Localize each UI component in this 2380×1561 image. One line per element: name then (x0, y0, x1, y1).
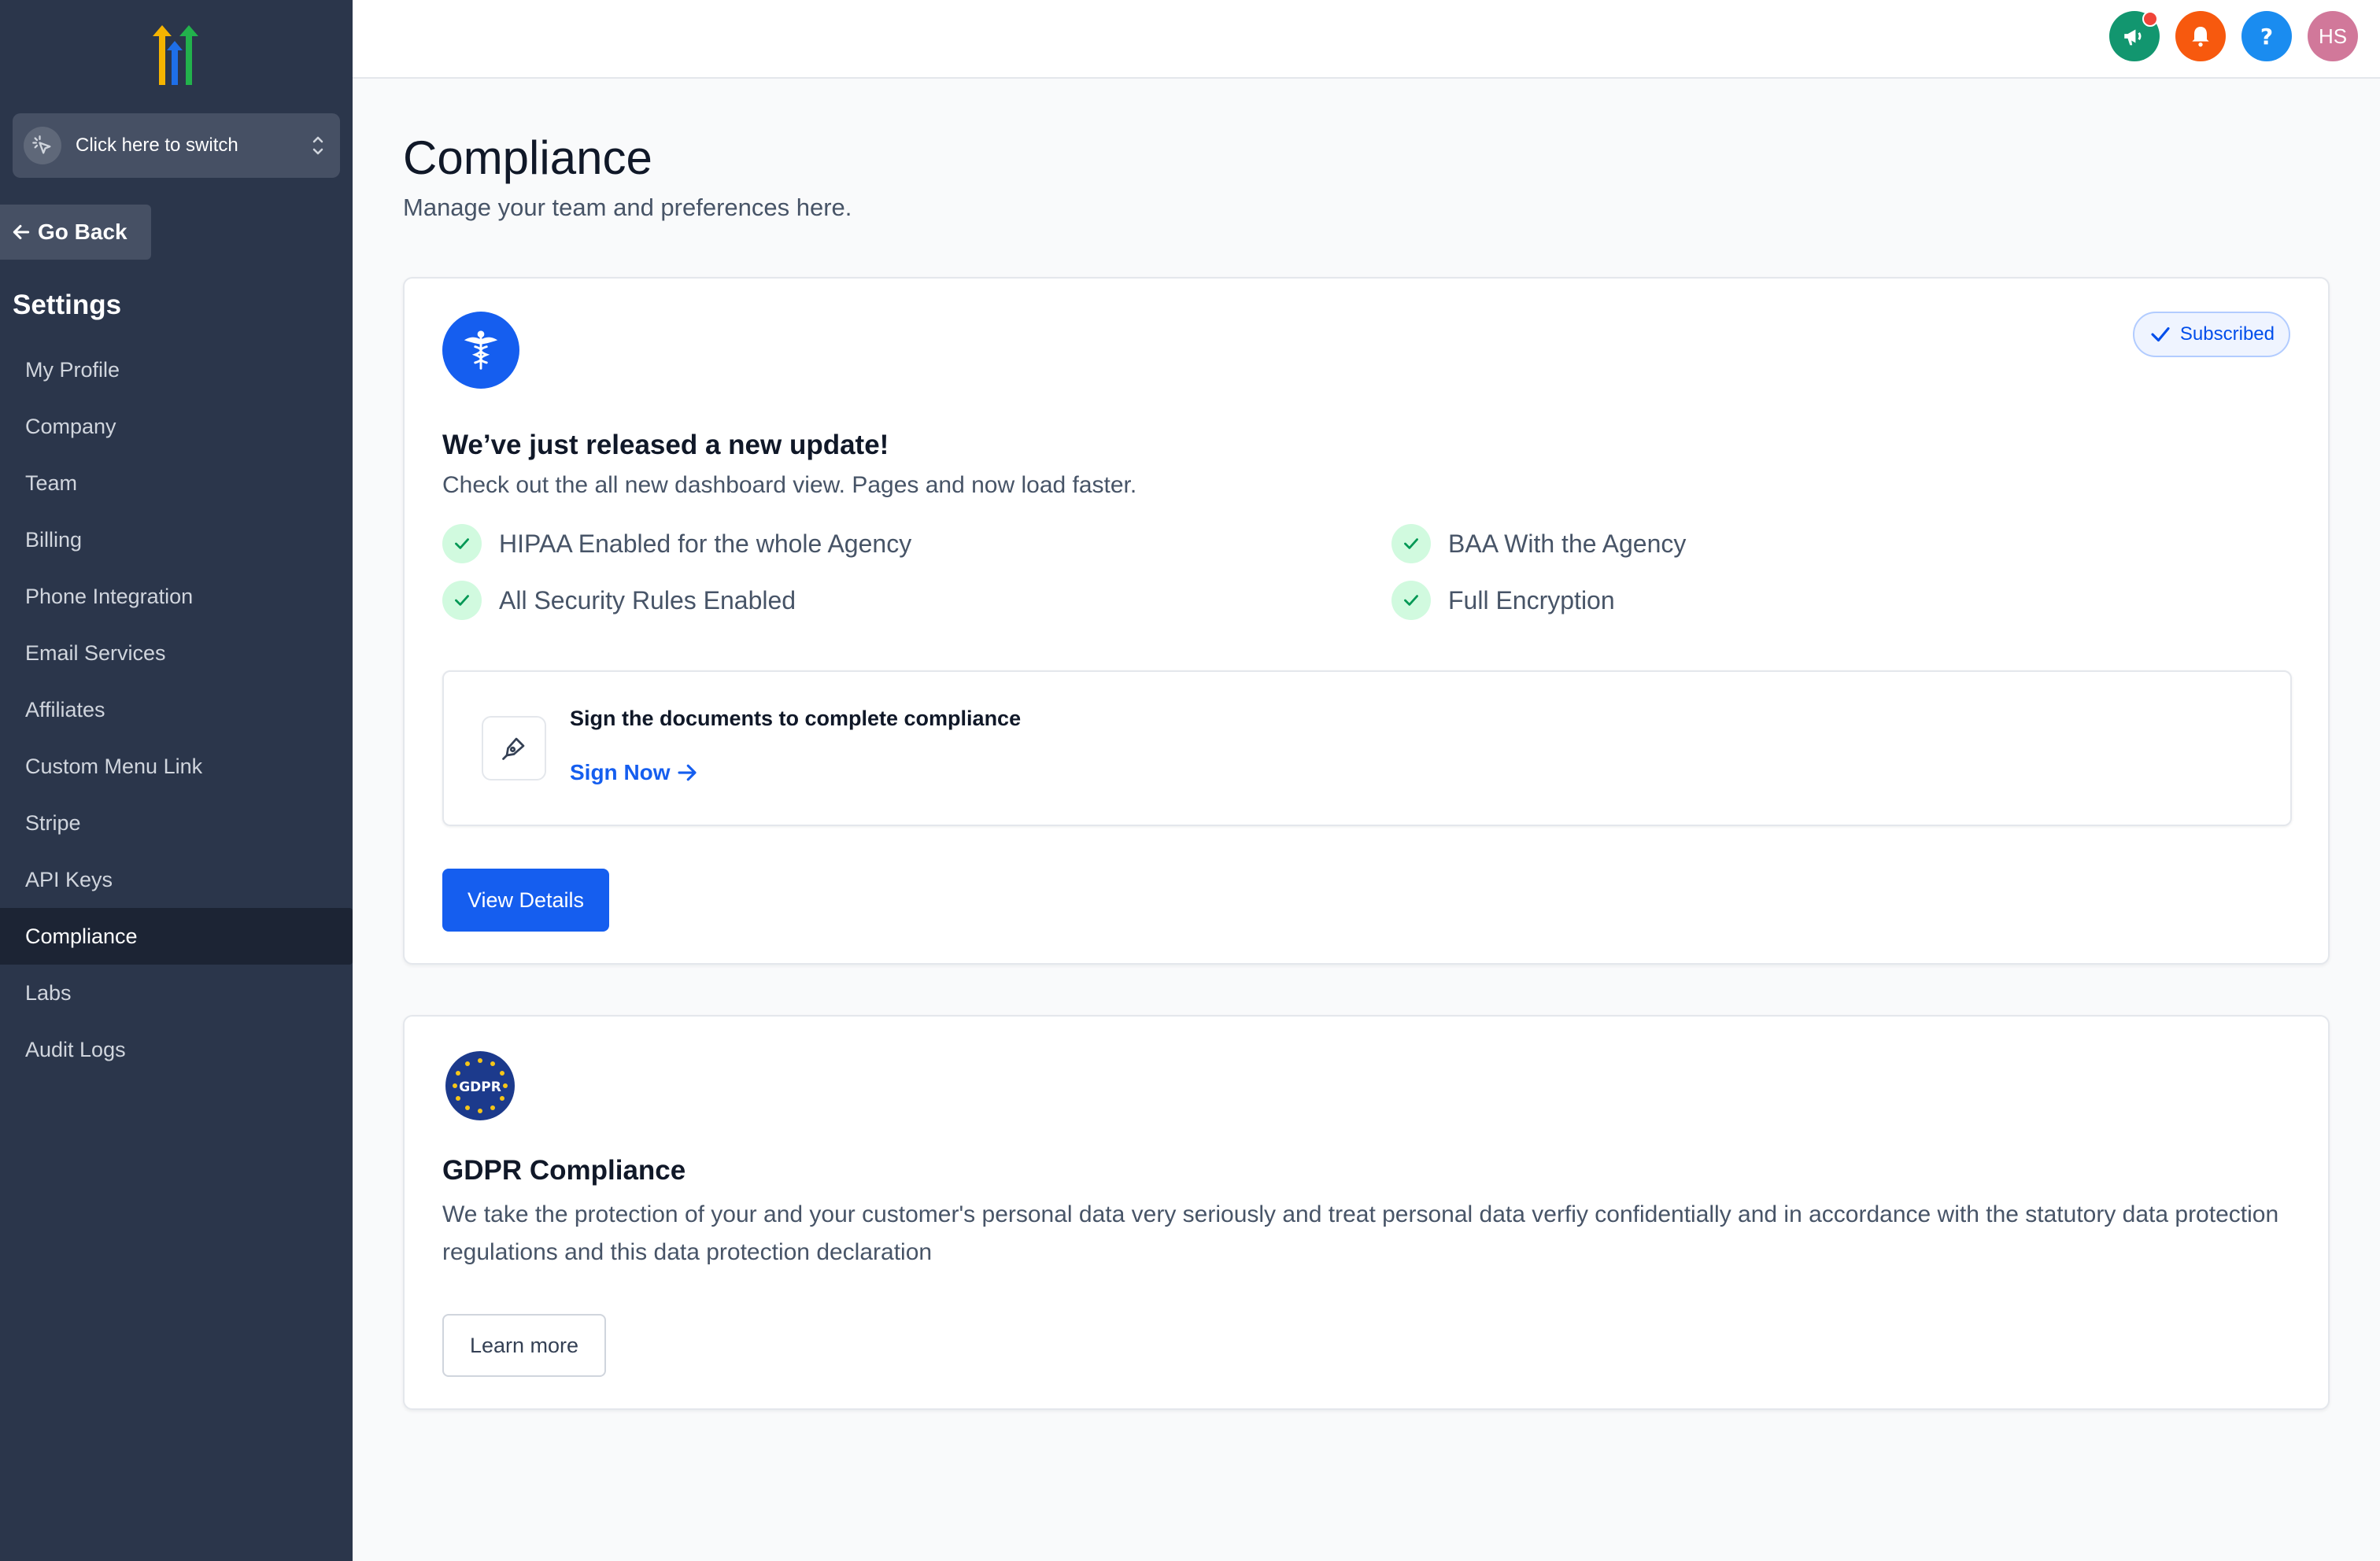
feature-item: BAA With the Agency (1391, 524, 1686, 563)
check-icon (2151, 327, 2170, 342)
sidebar-item-company[interactable]: Company (0, 398, 353, 455)
check-circle-icon (442, 524, 482, 563)
pointer-click-icon (24, 127, 61, 164)
feature-item: HIPAA Enabled for the whole Agency (442, 524, 911, 563)
gdpr-compliance-card: GDPR GDPR Compliance We take the protect… (403, 1015, 2330, 1410)
sidebar-item-api-keys[interactable]: API Keys (0, 851, 353, 908)
gdpr-badge-text: GDPR (459, 1079, 501, 1095)
gdpr-description: We take the protection of your and your … (442, 1201, 2279, 1265)
account-switcher[interactable]: Click here to switch (13, 113, 340, 178)
sign-documents-title: Sign the documents to complete complianc… (570, 707, 1022, 730)
feature-item: All Security Rules Enabled (442, 581, 796, 620)
arrow-right-icon (677, 764, 697, 781)
check-circle-icon (442, 581, 482, 620)
avatar[interactable]: HS (2308, 11, 2358, 61)
megaphone-icon[interactable] (2109, 11, 2160, 61)
sidebar-item-affiliates[interactable]: Affiliates (0, 681, 353, 738)
help-icon[interactable]: ? (2241, 11, 2292, 61)
feature-label: HIPAA Enabled for the whole Agency (499, 529, 912, 558)
sign-now-label: Sign Now (570, 760, 671, 784)
view-details-button[interactable]: View Details (442, 869, 609, 932)
sidebar-item-custom-menu-link[interactable]: Custom Menu Link (0, 738, 353, 795)
sidebar-item-labs[interactable]: Labs (0, 965, 353, 1021)
gdpr-logo: GDPR (445, 1051, 515, 1120)
sidebar-item-my-profile[interactable]: My Profile (0, 341, 353, 398)
go-back-label: Go Back (38, 220, 128, 244)
pen-tool-icon (482, 716, 546, 780)
sidebar-item-team[interactable]: Team (0, 455, 353, 511)
sidebar-item-email-services[interactable]: Email Services (0, 625, 353, 681)
feature-item: Full Encryption (1391, 581, 1615, 620)
switcher-label: Click here to switch (76, 135, 238, 156)
learn-more-button[interactable]: Learn more (442, 1314, 606, 1377)
feature-label: Full Encryption (1448, 585, 1615, 614)
sidebar-item-compliance[interactable]: Compliance (0, 908, 353, 965)
arrow-left-icon (13, 224, 30, 240)
hipaa-compliance-card: Subscribed We’ve just released a new upd… (403, 277, 2330, 965)
feature-label: All Security Rules Enabled (499, 585, 796, 614)
sidebar-item-phone-integration[interactable]: Phone Integration (0, 568, 353, 625)
app-logo[interactable] (142, 22, 208, 88)
sign-now-link[interactable]: Sign Now (570, 760, 699, 785)
page-title: Compliance (403, 131, 652, 184)
sidebar-item-audit-logs[interactable]: Audit Logs (0, 1021, 353, 1078)
page-subtitle: Manage your team and preferences here. (403, 194, 852, 221)
settings-nav: My Profile Company Team Billing Phone In… (0, 341, 353, 1078)
update-title: We’ve just released a new update! (442, 430, 889, 460)
sidebar-item-billing[interactable]: Billing (0, 511, 353, 568)
top-header: ? HS (353, 0, 2380, 79)
check-circle-icon (1391, 524, 1431, 563)
sidebar: Click here to switch Go Back Settings My… (0, 0, 353, 1561)
go-back-button[interactable]: Go Back (0, 205, 151, 260)
bell-icon[interactable] (2175, 11, 2226, 61)
feature-label: BAA With the Agency (1448, 529, 1687, 558)
check-circle-icon (1391, 581, 1431, 620)
settings-heading: Settings (13, 290, 122, 320)
subscribed-label: Subscribed (2179, 323, 2275, 345)
chevron-up-down-icon (307, 127, 329, 164)
sidebar-item-stripe[interactable]: Stripe (0, 795, 353, 851)
update-subtitle: Check out the all new dashboard view. Pa… (442, 472, 1137, 498)
sign-documents-panel: Sign the documents to complete complianc… (442, 670, 2292, 826)
gdpr-title: GDPR Compliance (442, 1155, 686, 1186)
notification-dot (2142, 11, 2158, 27)
caduceus-icon (442, 312, 519, 389)
subscribed-badge: Subscribed (2132, 312, 2290, 357)
